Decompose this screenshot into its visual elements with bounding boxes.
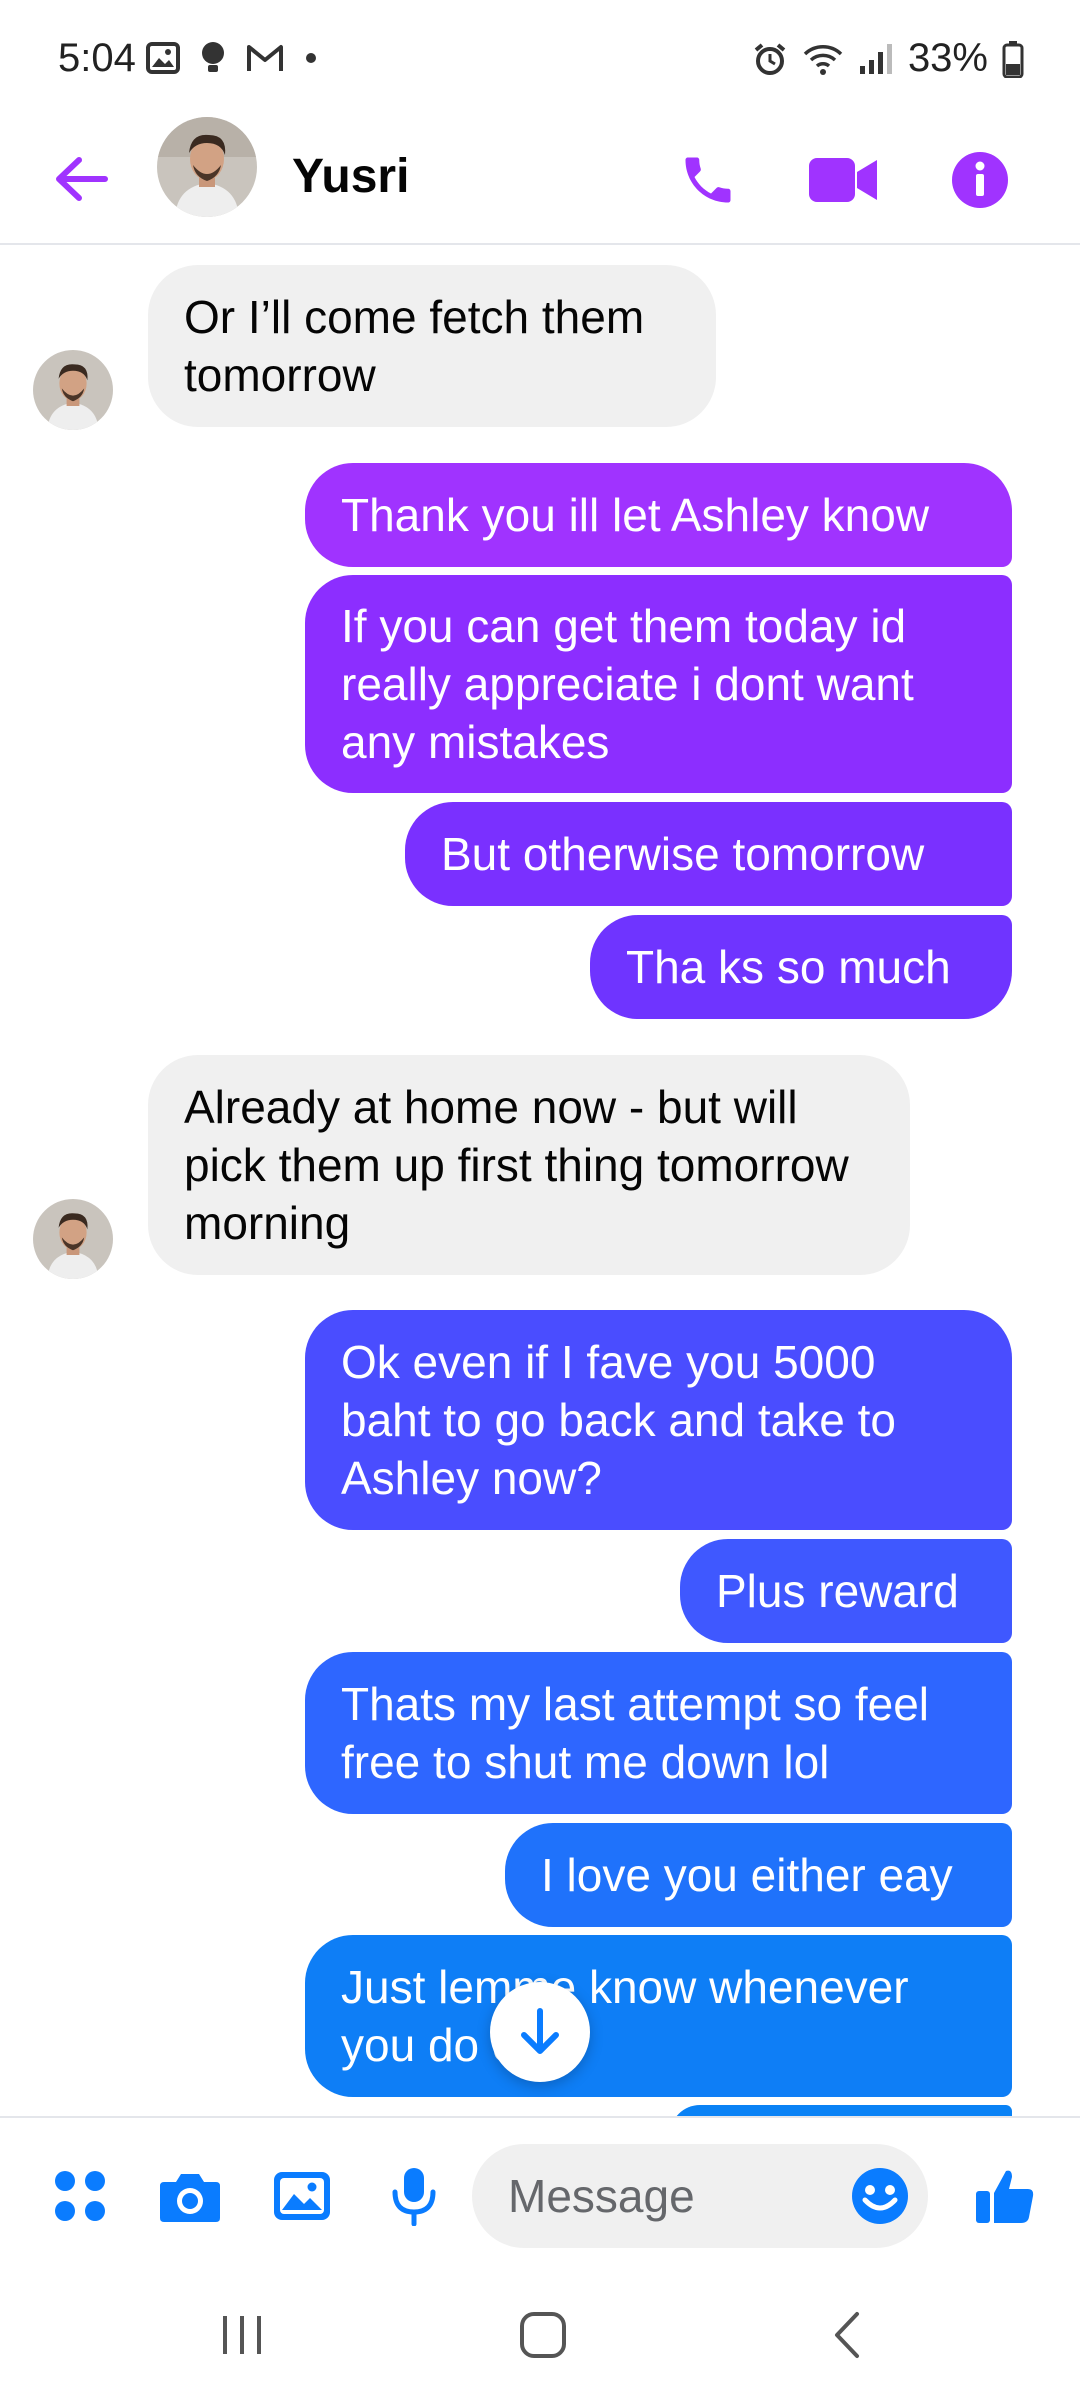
message-outgoing[interactable]: Tha ks so much [590,915,1012,1019]
gallery-notification-icon [146,42,180,74]
signal-icon [859,43,892,74]
camera-icon [160,2174,220,2222]
message-list[interactable]: Or I’ll come fetch them tomorrow Thank y… [0,247,1080,2117]
sender-avatar[interactable] [33,1199,113,1279]
home-icon [520,2312,566,2358]
system-back-button[interactable] [797,2300,897,2370]
wifi-icon [803,44,843,75]
back-arrow-icon [56,157,108,201]
home-button[interactable] [493,2300,593,2370]
apps-button[interactable] [40,2156,120,2236]
thumbs-up-icon [976,2170,1034,2223]
message-outgoing[interactable]: Plus reward [680,1539,1012,1643]
image-icon [274,2172,330,2220]
info-icon [952,152,1008,208]
message-outgoing[interactable]: Ok even if I fave you 5000 baht to go ba… [305,1310,1012,1530]
message-input[interactable] [508,2144,828,2248]
message-text: Already at home now - but will pick them… [184,1081,849,1249]
bulb-notification-icon [202,42,224,72]
gallery-button[interactable] [262,2156,342,2236]
message-outgoing[interactable]: If you can get them today id really appr… [305,575,1012,793]
video-camera-icon [809,158,877,202]
chat-header: Yusri [0,117,1080,245]
avatar-image [33,350,113,430]
message-text: I love you either eay [541,1849,953,1901]
scroll-to-bottom-button[interactable] [490,1982,590,2082]
chevron-left-icon [835,2312,859,2358]
avatar-image [33,1199,113,1279]
message-outgoing[interactable]: Thats my last attempt so feel free to sh… [305,1652,1012,1814]
composer [0,2116,1080,2270]
apps-grid-icon [55,2171,105,2221]
message-outgoing[interactable]: Thank you ill let Ashley know [305,463,1012,567]
battery-icon [1002,40,1024,78]
alarm-icon [754,42,786,75]
system-status: 33% [752,36,1024,81]
status-time: 5:04 [58,36,136,80]
message-text: If you can get them today id really appr… [341,600,914,768]
message-box[interactable] [472,2144,928,2248]
avatar-image [157,117,257,217]
phone-icon [685,157,731,203]
back-button[interactable] [46,144,116,214]
contact-name[interactable]: Yusri [292,142,409,212]
message-incoming[interactable]: Or I’ll come fetch them tomorrow [148,265,716,427]
notification-icons [146,40,318,76]
like-button[interactable] [965,2156,1045,2236]
message-text: Ok even if I fave you 5000 baht to go ba… [341,1336,896,1504]
recent-apps-icon [223,2316,261,2354]
message-text: Plus reward [716,1565,959,1617]
voice-button[interactable] [374,2156,454,2236]
message-text: Or I’ll come fetch them tomorrow [184,291,645,401]
system-navigation-bar [0,2270,1080,2400]
message-outgoing[interactable]: But otherwise tomorrow [405,802,1012,906]
message-text: Tha ks so much [626,941,951,993]
battery-percent: 33% [907,36,988,80]
call-button[interactable] [668,140,748,220]
microphone-icon [392,2168,436,2226]
info-button[interactable] [940,140,1020,220]
message-text: Just lemme know whenever you do ect [341,1961,909,2071]
message-text: Thank you ill let Ashley know [341,489,930,541]
status-bar: 5:04 33% [0,0,1080,120]
video-call-button[interactable] [803,140,883,220]
recent-apps-button[interactable] [192,2300,292,2370]
gmail-notification-icon [247,45,283,71]
message-text: But otherwise tomorrow [441,828,925,880]
sender-avatar[interactable] [33,350,113,430]
arrow-down-icon [521,2008,559,2054]
contact-avatar[interactable] [157,117,257,217]
message-text: Thats my last attempt so feel free to sh… [341,1678,930,1788]
camera-button[interactable] [150,2156,230,2236]
message-outgoing[interactable]: Just lemme know whenever you do ect [305,1935,1012,2097]
emoji-icon[interactable] [850,2166,910,2226]
message-outgoing[interactable]: I love you either eay [505,1823,1012,1927]
message-incoming[interactable]: Already at home now - but will pick them… [148,1055,910,1275]
dot-icon [306,53,316,63]
